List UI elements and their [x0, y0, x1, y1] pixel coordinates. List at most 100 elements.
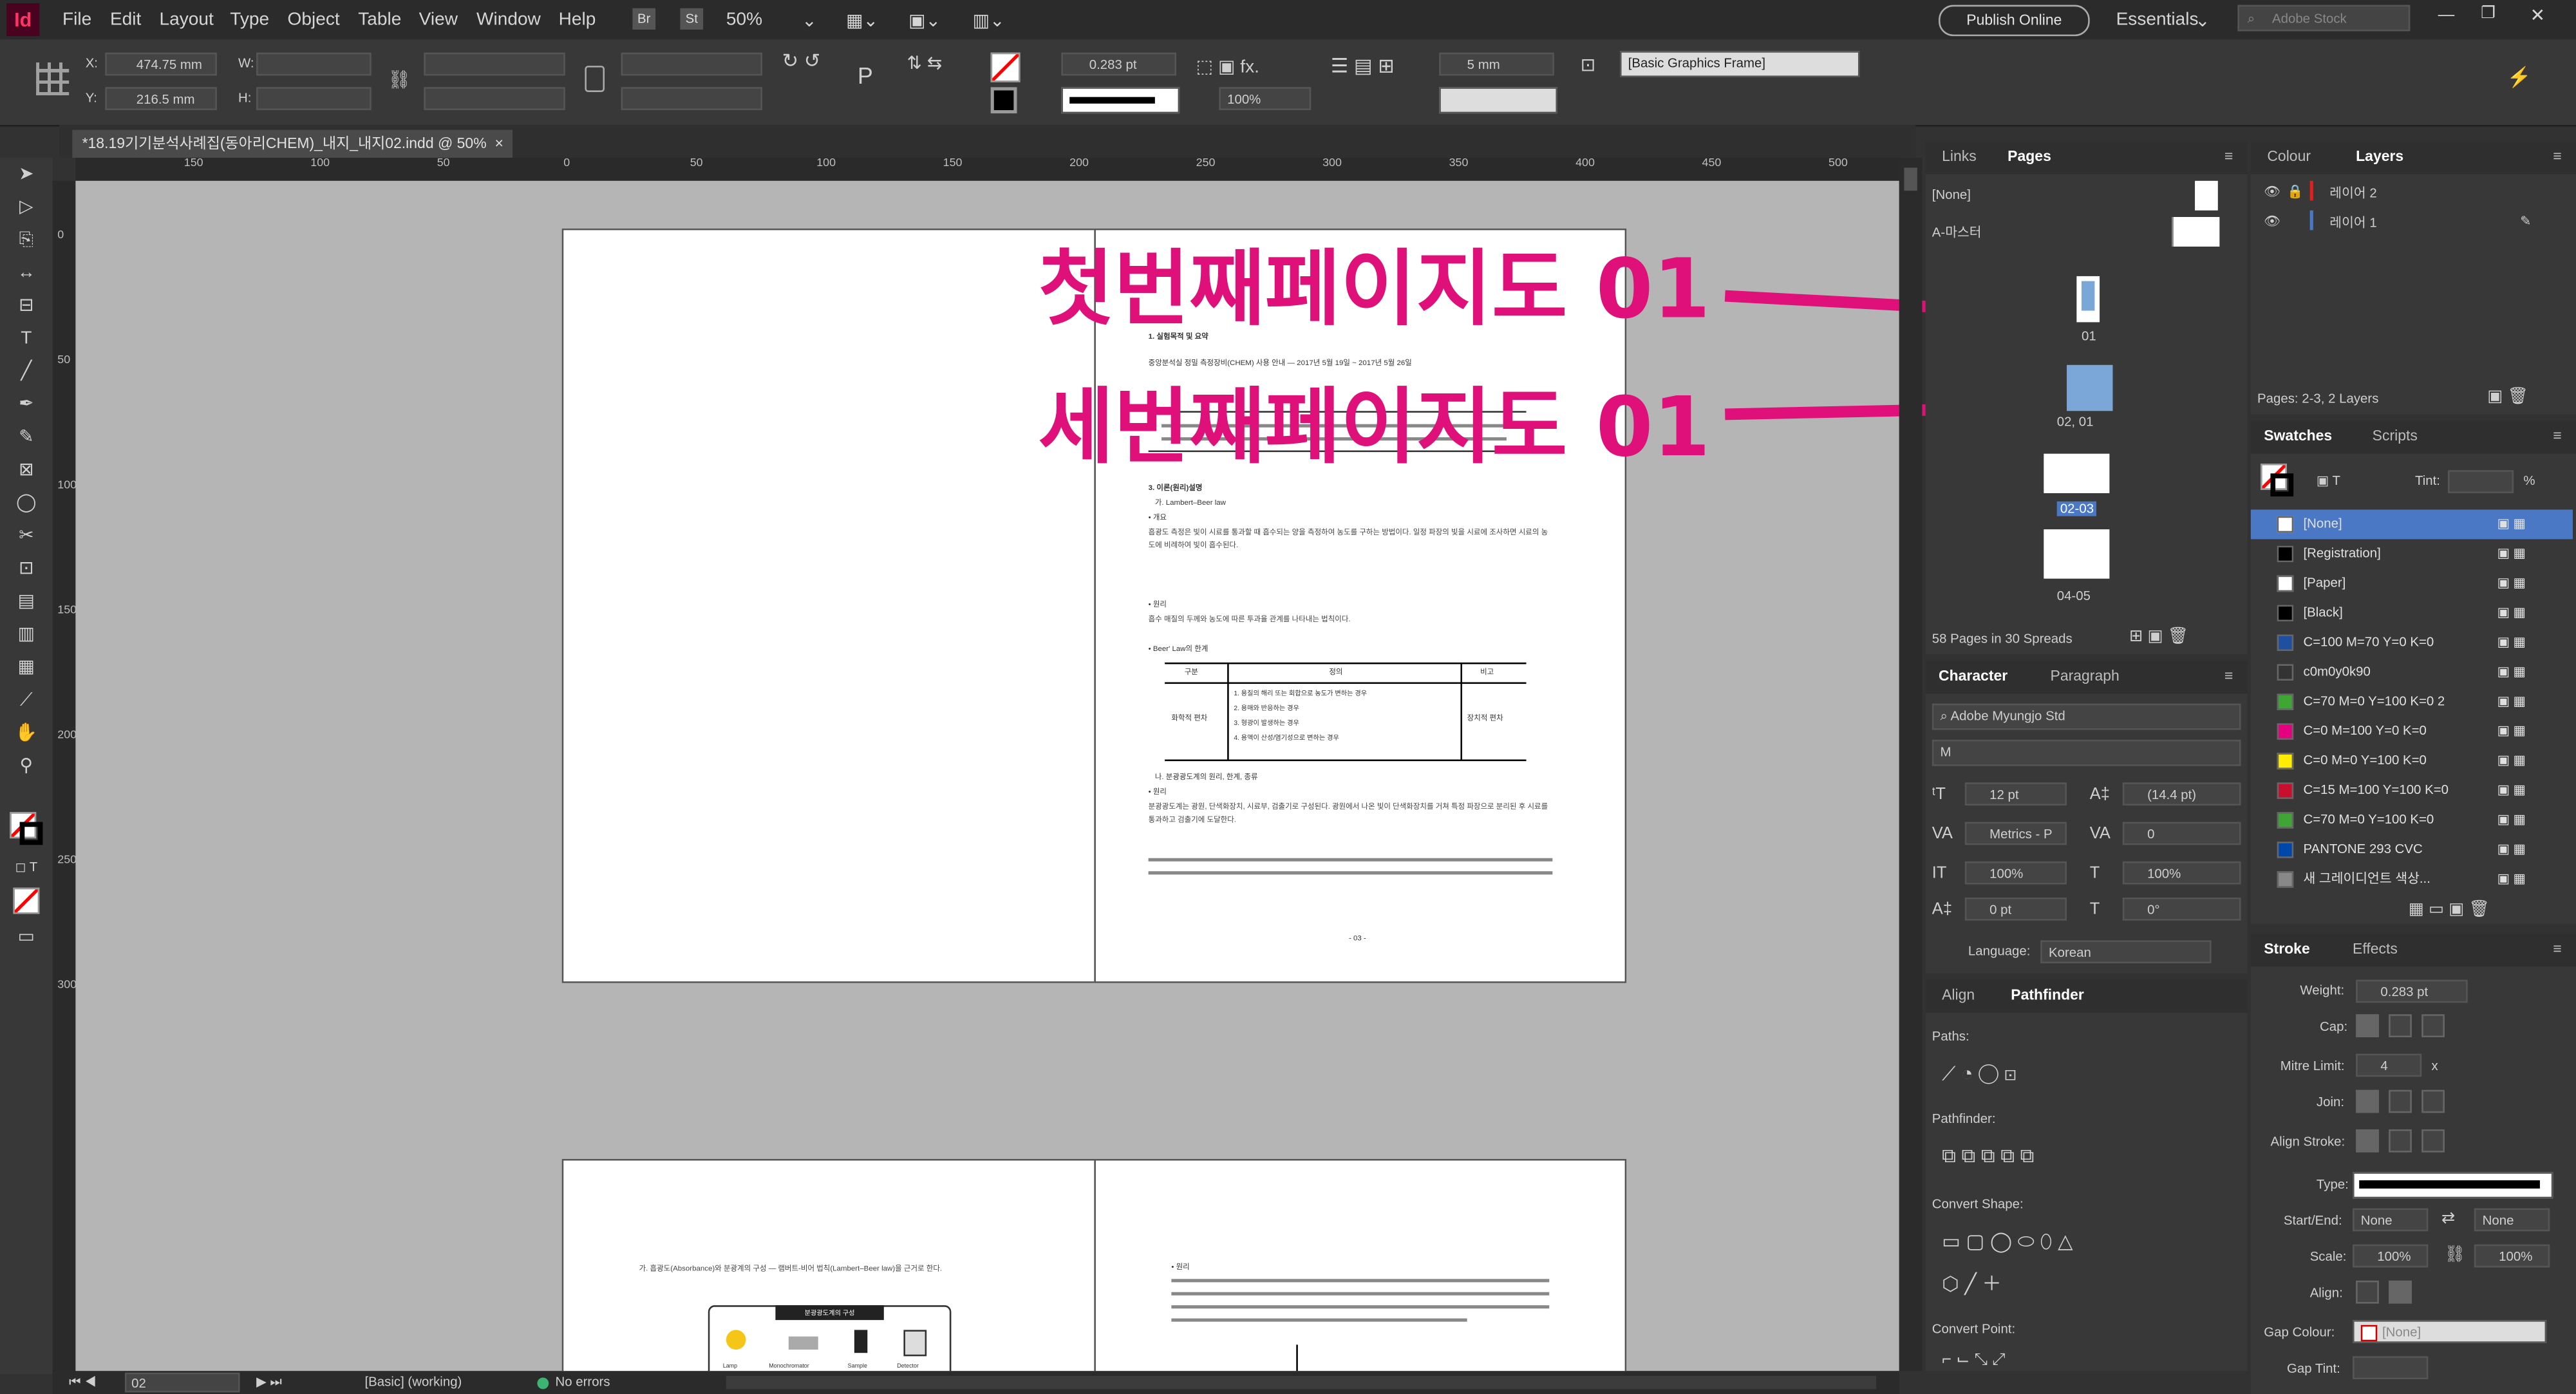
mitre-limit-field[interactable]: 4 — [2356, 1053, 2422, 1077]
pathfinder-buttons[interactable]: ⧉ ⧉ ⧉ ⧉ ⧉ — [1942, 1144, 2034, 1169]
width-field[interactable] — [256, 52, 371, 76]
eye-icon[interactable]: 👁 — [2264, 214, 2280, 229]
adobe-stock-search[interactable]: ⌕ Adobe Stock — [2237, 5, 2411, 32]
convert-shape-buttons[interactable]: ▭ ▢ ◯ ⬭ ⬯ △ — [1942, 1230, 2073, 1254]
apply-none-icon[interactable] — [13, 887, 40, 914]
view-options-icon[interactable]: ▦⌄ — [846, 10, 878, 32]
stroke-type-select[interactable] — [2353, 1172, 2553, 1199]
swatch-row[interactable]: C=0 M=0 Y=100 K=0 ▣ ▦ — [2251, 746, 2573, 776]
container-format-icon[interactable]: ▣ T — [2317, 473, 2340, 488]
direct-selection-tool-icon[interactable]: ▷ — [13, 194, 39, 220]
working-style[interactable]: [Basic] (working) — [364, 1371, 462, 1394]
vertical-scale-field[interactable]: 100% — [1964, 861, 2067, 885]
convert-shape-buttons-2[interactable]: ⬡ ╱ ＋ — [1942, 1269, 2002, 1297]
swatch-row[interactable]: [Black] ▣ ▦ — [2251, 598, 2573, 628]
hand-tool-icon[interactable]: ✋ — [13, 720, 39, 746]
lock-icon[interactable] — [585, 66, 605, 92]
zoom-level[interactable]: 50% — [726, 10, 762, 30]
scale-x-field[interactable] — [424, 52, 565, 76]
minimize-icon[interactable]: — — [2438, 6, 2455, 24]
constrain-proportions-icon[interactable]: ⛓ — [388, 69, 411, 91]
miter-join-button[interactable] — [2356, 1089, 2379, 1113]
align-center-button[interactable] — [2356, 1129, 2379, 1153]
end-select[interactable]: None — [2474, 1208, 2550, 1232]
leading-field[interactable]: (14.4 pt) — [2122, 782, 2241, 806]
arrange-documents-icon[interactable]: ▥⌄ — [973, 10, 1005, 32]
object-style-field[interactable]: [Basic Graphics Frame] — [1619, 51, 1860, 77]
page-thumb-02-01[interactable] — [2067, 364, 2113, 411]
pencil-tool-icon[interactable]: ✎ — [13, 424, 39, 451]
bevel-join-button[interactable] — [2421, 1089, 2445, 1113]
chevron-down-icon[interactable]: ⌄ — [802, 10, 817, 32]
opacity-field[interactable]: 100% — [1219, 87, 1312, 111]
panel-menu-icon[interactable]: ≡ — [2224, 148, 2233, 165]
layer-1[interactable]: 레이어 1 — [2329, 214, 2376, 232]
bridge-button[interactable]: Br — [632, 8, 656, 30]
page-05[interactable]: • 원리 — [1094, 1158, 1627, 1371]
page-tool-icon[interactable]: ⎘ — [13, 227, 39, 253]
swatch-row[interactable]: [None] ▣ ▦ — [2250, 509, 2573, 540]
formatting-affects-icon[interactable]: ◻ T — [13, 855, 39, 881]
panel-menu-icon[interactable]: ≡ — [2224, 668, 2233, 684]
swatch-row[interactable]: C=0 M=100 Y=0 K=0 ▣ ▦ — [2251, 717, 2573, 746]
arrow-align-inside-button[interactable] — [2356, 1280, 2379, 1304]
menu-edit[interactable]: Edit — [110, 10, 141, 30]
swatch-row[interactable]: PANTONE 293 CVC ▣ ▦ — [2251, 835, 2573, 865]
tab-links[interactable]: Links — [1942, 148, 1977, 165]
lightning-icon[interactable]: ⚡ — [2507, 66, 2532, 89]
lock-icon[interactable]: 🔒 — [2287, 184, 2303, 199]
butt-cap-button[interactable] — [2356, 1014, 2379, 1038]
align-icons[interactable]: ☰ ▤ ⊞ — [1331, 54, 1395, 77]
swatch-row[interactable]: [Registration] ▣ ▦ — [2251, 539, 2573, 569]
stroke-type-field[interactable] — [1061, 87, 1180, 114]
preflight-status[interactable]: No errors — [555, 1371, 610, 1394]
font-family-field[interactable]: ⌕ Adobe Myungjo Std — [1932, 703, 2241, 730]
gradient-tool-icon[interactable]: ▤ — [13, 589, 39, 615]
layer-actions-icon[interactable]: ▣ 🗑 — [2487, 388, 2528, 406]
round-cap-button[interactable] — [2389, 1014, 2412, 1038]
content-collector-icon[interactable]: ⊟ — [13, 292, 39, 319]
a-master-thumb[interactable] — [2172, 217, 2220, 247]
frame-fitting-icon-2[interactable]: ⊡ — [1581, 54, 1596, 76]
scale-end-field[interactable]: 100% — [2474, 1244, 2550, 1268]
arrow-align-outside-button[interactable] — [2389, 1280, 2412, 1304]
tab-paragraph[interactable]: Paragraph — [2051, 668, 2120, 684]
menu-help[interactable]: Help — [559, 10, 596, 30]
tab-colour[interactable]: Colour — [2267, 148, 2311, 165]
type-tool-icon[interactable]: T — [13, 326, 39, 352]
skew-field[interactable]: 0° — [2122, 897, 2241, 921]
eyedropper-tool-icon[interactable]: ⟋ — [13, 687, 39, 713]
page-left-blank[interactable] — [561, 228, 1096, 983]
tab-character[interactable]: Character — [1939, 668, 2007, 684]
selection-tool-icon[interactable]: ➤ — [13, 161, 39, 187]
menu-layout[interactable]: Layout — [160, 10, 214, 30]
gap-tint-field[interactable] — [2353, 1356, 2429, 1380]
swatch-row[interactable]: C=70 M=0 Y=100 K=0 ▣ ▦ — [2251, 805, 2573, 835]
close-icon[interactable]: ✕ — [2530, 5, 2546, 26]
free-transform-tool-icon[interactable]: ⊡ — [13, 556, 39, 582]
page-04[interactable]: 가. 흡광도(Absorbance)와 분광계의 구성 — 램버트-비어 법칙(… — [561, 1158, 1096, 1371]
tab-stroke[interactable]: Stroke — [2264, 940, 2309, 957]
document-canvas[interactable]: 1. 실험목적 및 요약 중앙분석실 정밀 측정장비(CHEM) 사용 안내 —… — [75, 180, 1899, 1371]
document-tab[interactable]: *18.19기기분석사례집(동아리CHEM)_내지_내지02.indd @ 50… — [72, 129, 514, 158]
scissors-tool-icon[interactable]: ✂ — [13, 523, 39, 549]
page-thumb-01[interactable] — [2076, 276, 2100, 323]
horizontal-scale-field[interactable]: 100% — [2122, 861, 2241, 885]
tab-scripts[interactable]: Scripts — [2373, 428, 2418, 444]
y-position-field[interactable]: 216.5 mm — [105, 87, 217, 111]
stroke-black-swatch[interactable] — [990, 87, 1017, 114]
page-thumb-04-05[interactable] — [2044, 529, 2110, 579]
swatch-row[interactable]: c0m0y0k90 ▣ ▦ — [2251, 657, 2573, 687]
swatch-row[interactable]: C=100 M=70 Y=0 K=0 ▣ ▦ — [2251, 628, 2573, 657]
stroke-weight-field[interactable]: 0.283 pt — [1061, 52, 1177, 76]
font-size-field[interactable]: 12 pt — [1964, 782, 2067, 806]
start-select[interactable]: None — [2353, 1208, 2429, 1232]
convert-point-buttons[interactable]: ⌐ ⌙ ⤡ ⤢ — [1942, 1352, 2005, 1370]
panel-menu-icon[interactable]: ≡ — [2553, 940, 2561, 957]
chevron-down-icon[interactable]: ⌄ — [2195, 10, 2210, 32]
swatch-row[interactable]: C=15 M=100 Y=100 K=0 ▣ ▦ — [2251, 776, 2573, 805]
pen-tool-icon[interactable]: ✒ — [13, 391, 39, 418]
swatch-row[interactable]: 새 그레이디언트 색상... ▣ ▦ — [2251, 865, 2573, 894]
eye-icon[interactable]: 👁 — [2264, 184, 2280, 199]
screen-mode-icon[interactable]: ▣⌄ — [908, 10, 941, 32]
